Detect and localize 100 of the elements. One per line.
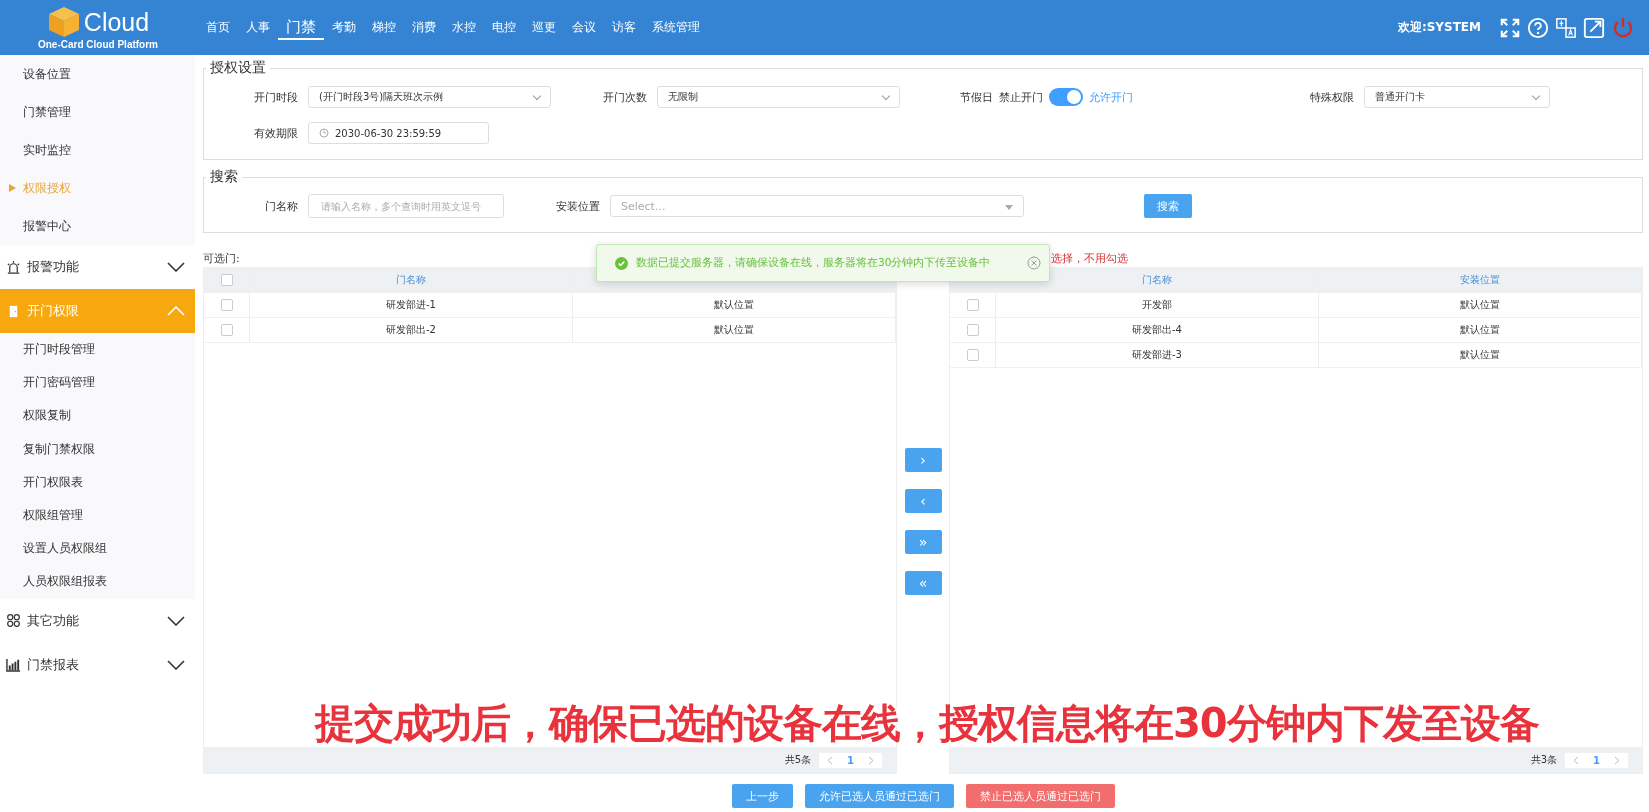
sidebar-group[interactable]: 开门权限 xyxy=(0,289,195,333)
caret-icon xyxy=(1005,205,1013,210)
nav-tab[interactable]: 消费 xyxy=(404,15,444,40)
table-cell: 研发部进-1 xyxy=(250,293,573,317)
nav-tab[interactable]: 人事 xyxy=(238,15,278,40)
transfer-button[interactable]: ‹ xyxy=(904,489,942,513)
transfer-button[interactable]: › xyxy=(904,448,942,472)
table-cell: 研发部进-3 xyxy=(996,343,1319,367)
search-button[interactable]: 搜索 xyxy=(1144,194,1192,218)
count-select[interactable]: 无限制 xyxy=(657,86,900,108)
external-link-icon[interactable] xyxy=(1583,16,1605,39)
table-cell: 默认位置 xyxy=(573,293,896,317)
nav-tab[interactable]: 访客 xyxy=(604,15,644,40)
pagination[interactable]: 1 xyxy=(1565,752,1628,768)
nav-tab[interactable]: 水控 xyxy=(444,15,484,40)
help-icon[interactable] xyxy=(1527,16,1549,39)
table-cell: 默认位置 xyxy=(573,318,896,342)
action-button[interactable]: 允许已选人员通过已选门 xyxy=(804,784,954,808)
sidebar-item[interactable]: 权限复制 xyxy=(0,399,195,433)
sidebar-item[interactable]: 开门权限表 xyxy=(0,465,195,499)
sidebar-item[interactable]: 人员权限组报表 xyxy=(0,565,195,599)
alarm-icon xyxy=(6,259,21,275)
panel-title: 搜索 xyxy=(209,168,239,186)
sidebar-item[interactable]: 权限组管理 xyxy=(0,498,195,533)
table-note: 选择，不用勾选 xyxy=(1051,250,1128,266)
sidebar-item[interactable]: 实时监控 xyxy=(0,131,195,169)
sidebar-item[interactable]: 开门密码管理 xyxy=(0,366,195,400)
sidebar-item[interactable]: 复制门禁权限 xyxy=(0,432,195,466)
table-label: 可选门: xyxy=(203,250,240,266)
location-select[interactable]: Select... xyxy=(610,195,1024,217)
checkbox[interactable] xyxy=(966,299,979,311)
name-input[interactable]: 请输入名称，多个查询时用英文逗号 xyxy=(308,194,504,218)
special-select[interactable]: 普通开门卡 xyxy=(1364,86,1550,108)
panel-title: 授权设置 xyxy=(209,59,267,77)
logo-text: Cloud xyxy=(83,7,150,37)
nav-tab[interactable]: 考勤 xyxy=(324,15,364,40)
checkbox[interactable] xyxy=(966,349,979,361)
prev-icon[interactable] xyxy=(827,755,834,765)
table-cell: 研发部出-2 xyxy=(250,318,573,342)
next-icon[interactable] xyxy=(868,755,874,765)
apps-icon xyxy=(6,613,21,628)
table-cell: 开发部 xyxy=(996,293,1319,317)
power-icon[interactable] xyxy=(1611,15,1635,40)
holiday-switch[interactable] xyxy=(1049,88,1083,106)
cube-icon xyxy=(46,5,81,39)
nav-tab[interactable]: 巡更 xyxy=(524,15,564,40)
switch-label: 禁止开门 xyxy=(999,89,1043,105)
total-count: 共5条 xyxy=(784,753,812,767)
sidebar-group[interactable]: 报警功能 xyxy=(0,245,195,289)
sidebar-group[interactable]: 门禁报表 xyxy=(0,642,195,687)
switch-label: 允许开门 xyxy=(1089,89,1133,105)
transfer-button[interactable]: » xyxy=(904,530,942,554)
nav-tab[interactable]: 系统管理 xyxy=(644,15,708,40)
close-icon[interactable] xyxy=(1027,256,1041,270)
logo-subtitle: One-Card Cloud Platform xyxy=(38,39,158,50)
checkbox[interactable] xyxy=(220,274,233,286)
nav-tab[interactable]: 电控 xyxy=(484,15,524,40)
welcome-text: 欢迎:SYSTEM xyxy=(1397,19,1481,36)
sidebar-item[interactable]: 设置人员权限组 xyxy=(0,532,195,566)
sidebar-item[interactable]: 门禁管理 xyxy=(0,93,195,131)
checkbox[interactable] xyxy=(966,324,979,336)
sidebar-item[interactable]: 设备位置 xyxy=(0,55,195,93)
date-field[interactable]: 2030-06-30 23:59:59 xyxy=(308,122,489,144)
action-button[interactable]: 禁止已选人员通过已选门 xyxy=(965,784,1115,808)
nav-tab[interactable]: 首页 xyxy=(198,15,238,40)
checkbox[interactable] xyxy=(220,324,233,336)
checkbox[interactable] xyxy=(220,299,233,311)
sidebar-item[interactable]: 权限授权 xyxy=(0,169,195,207)
chevron-down-icon xyxy=(167,659,185,670)
nav-tab[interactable]: 门禁 xyxy=(278,15,324,40)
next-icon[interactable] xyxy=(1614,755,1620,765)
transfer-button[interactable]: « xyxy=(904,571,942,595)
field-label: 节假日 xyxy=(960,89,994,105)
nav-tab[interactable]: 梯控 xyxy=(364,15,404,40)
toast-message: 数据已提交服务器，请确保设备在线，服务器将在30分钟内下传至设备中 xyxy=(636,256,992,270)
chevron-down-icon xyxy=(167,615,185,626)
sidebar-item[interactable]: 开门时段管理 xyxy=(0,333,195,367)
sidebar-group[interactable]: 其它功能 xyxy=(0,598,195,643)
field-label: 有效期限 xyxy=(253,125,299,141)
chart-icon xyxy=(6,657,21,672)
table-cell: 默认位置 xyxy=(1319,293,1642,317)
check-circle-icon xyxy=(615,256,628,270)
sidebar-item[interactable]: 报警中心 xyxy=(0,207,195,245)
table-cell: 默认位置 xyxy=(1319,318,1642,342)
field-label: 门名称 xyxy=(264,198,299,214)
field-label: 特殊权限 xyxy=(1309,89,1355,105)
pagination[interactable]: 1 xyxy=(819,752,882,768)
period-select[interactable]: (开门时段3号)隔天班次示例 xyxy=(308,86,551,108)
translate-icon[interactable] xyxy=(1555,16,1577,39)
total-count: 共3条 xyxy=(1530,753,1558,767)
field-label: 安装位置 xyxy=(555,198,601,214)
video-caption: 提交成功后，确保已选的设备在线，授权信息将在30分钟内下发至设备 xyxy=(315,699,1539,748)
fullscreen-icon[interactable] xyxy=(1499,16,1521,39)
nav-tab[interactable]: 会议 xyxy=(564,15,604,40)
prev-icon[interactable] xyxy=(1573,755,1580,765)
pointer-icon xyxy=(9,184,16,192)
table-cell: 研发部出-4 xyxy=(996,318,1319,342)
clock-icon xyxy=(319,128,329,138)
column-header: 门名称 xyxy=(250,268,573,292)
action-button[interactable]: 上一步 xyxy=(731,784,793,808)
